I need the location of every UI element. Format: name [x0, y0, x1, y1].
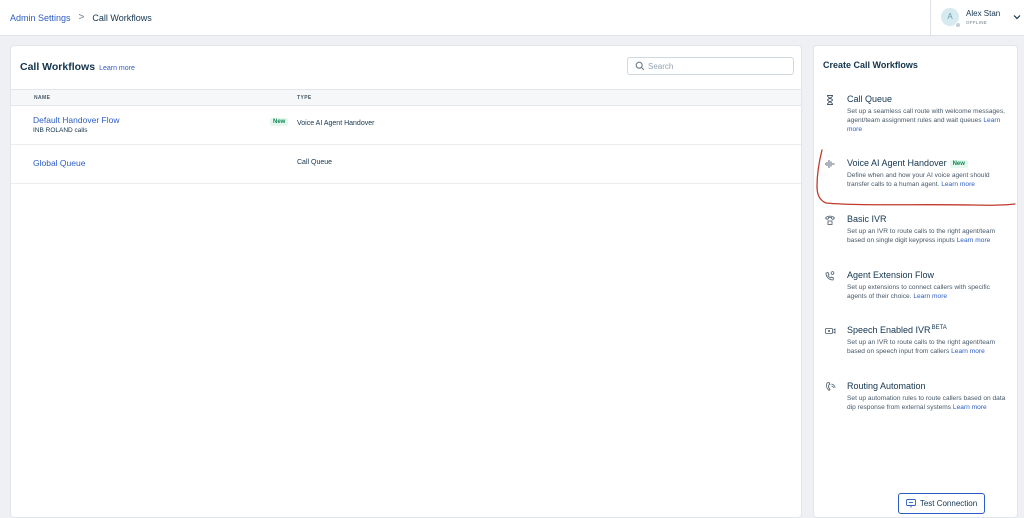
workflow-option-desc: Set up extensions to connect callers wit… — [847, 284, 1009, 302]
workflow-name-link[interactable]: Global Queue — [33, 158, 85, 168]
title-text: Speech Enabled IVR — [847, 325, 931, 335]
top-bar: Admin Settings > Call Workflows A Alex S… — [0, 0, 1024, 36]
learn-more-link[interactable]: Learn more — [99, 65, 135, 72]
extension-phone-icon — [825, 271, 835, 281]
workflow-option-title: Call Queue — [847, 94, 893, 104]
beta-badge: BETA — [931, 325, 947, 331]
workflow-option-desc: Define when and how your AI voice agent … — [847, 172, 1009, 190]
workflow-option-desc: Set up a seamless call route with welcom… — [847, 108, 1009, 134]
table-row[interactable]: Global Queue Call Queue — [11, 145, 801, 184]
new-badge: New — [270, 118, 289, 126]
title-text: Voice AI Agent Handover — [847, 158, 947, 168]
workflow-option-desc: Set up automation rules to route callers… — [847, 395, 1009, 413]
breadcrumb-admin-settings[interactable]: Admin Settings — [10, 13, 71, 23]
learn-more-link[interactable]: Learn more — [957, 237, 991, 244]
learn-more-link[interactable]: Learn more — [951, 348, 985, 355]
user-status: OFFLINE — [966, 20, 988, 25]
page-title: Call Workflows Learn more — [20, 61, 135, 73]
learn-more-link[interactable]: Learn more — [913, 293, 947, 300]
workflow-option-title: Voice AI Agent Handover New — [847, 158, 968, 168]
search-box[interactable] — [627, 57, 794, 75]
workflow-subtitle: INB ROLAND calls — [33, 127, 88, 134]
desc-text: Set up a seamless call route with welcom… — [847, 108, 1005, 124]
workflow-option-title: Routing Automation — [847, 381, 926, 391]
test-connection-button[interactable]: Test Connection — [898, 493, 985, 514]
workflow-option-title: Basic IVR — [847, 214, 887, 224]
workflow-name-link[interactable]: Default Handover Flow — [33, 115, 119, 125]
side-panel-title: Create Call Workflows — [823, 60, 918, 70]
workflow-type: Call Queue — [297, 159, 333, 166]
table-row[interactable]: Default Handover Flow INB ROLAND calls N… — [11, 106, 801, 145]
workflow-option-title: Speech Enabled IVRBETA — [847, 325, 947, 335]
user-menu[interactable]: A Alex Stan OFFLINE — [930, 0, 1024, 36]
status-dot — [955, 22, 961, 28]
workflow-option-title: Agent Extension Flow — [847, 270, 935, 280]
routing-phone-icon — [826, 382, 836, 392]
connection-icon — [905, 499, 916, 508]
column-header-type: TYPE — [297, 95, 312, 101]
voice-wave-icon — [825, 160, 835, 168]
call-workflows-panel: Call WorkflowsLearn more NAME TYPE Defau… — [10, 45, 802, 518]
search-input[interactable] — [648, 60, 788, 72]
create-workflows-panel: Create Call Workflows Call Queue Set up … — [813, 45, 1018, 518]
hourglass-icon — [827, 95, 833, 105]
ivr-phone-icon — [824, 215, 836, 225]
chevron-down-icon[interactable] — [1013, 13, 1021, 21]
table-header: NAME TYPE — [11, 89, 801, 106]
learn-more-link[interactable]: Learn more — [941, 181, 975, 188]
learn-more-link[interactable]: Learn more — [953, 404, 987, 411]
search-icon — [635, 61, 645, 71]
column-header-name: NAME — [34, 95, 51, 101]
breadcrumb-separator: > — [78, 12, 85, 23]
speech-ivr-icon — [825, 328, 836, 334]
breadcrumb-current: Call Workflows — [92, 12, 152, 23]
new-badge: New — [949, 160, 968, 168]
test-connection-label: Test Connection — [919, 499, 978, 508]
user-name: Alex Stan — [966, 9, 1001, 18]
workflow-option-desc: Set up an IVR to route calls to the righ… — [847, 228, 1009, 246]
page-title-text: Call Workflows — [20, 61, 96, 73]
breadcrumb: Admin Settings > Call Workflows — [10, 12, 152, 23]
workflow-type: Voice AI Agent Handover — [297, 120, 375, 127]
workflow-option-desc: Set up an IVR to route calls to the righ… — [847, 339, 1009, 357]
